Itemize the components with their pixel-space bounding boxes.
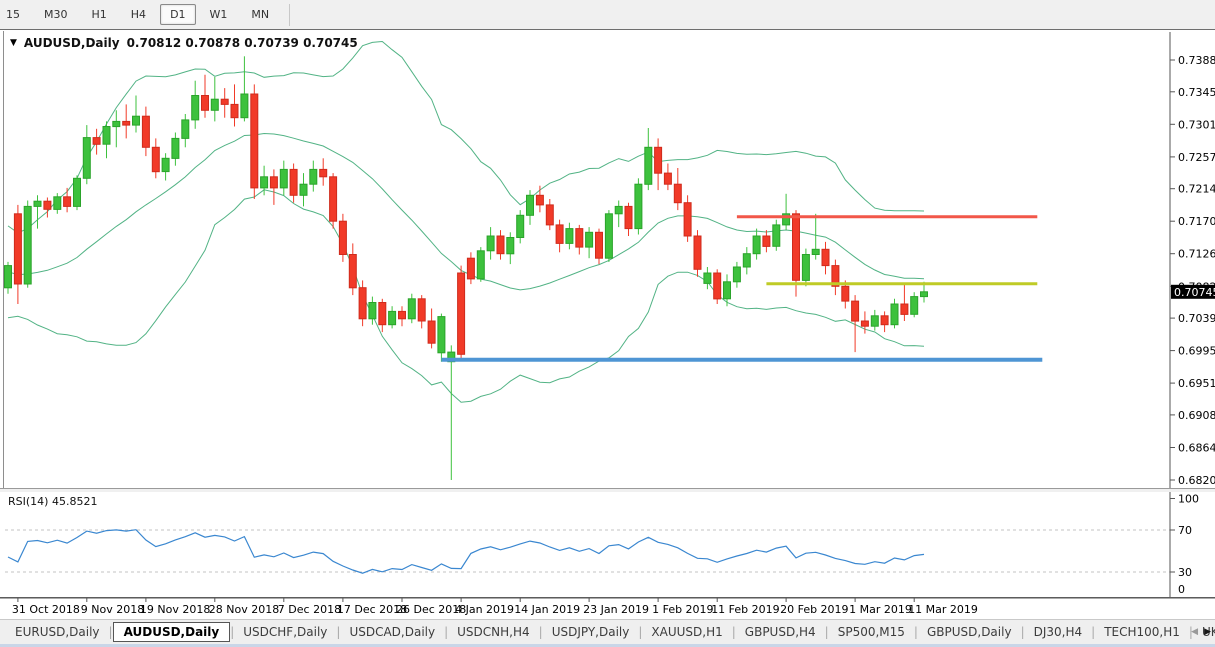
svg-text:19 Nov 2018: 19 Nov 2018 [140, 603, 210, 616]
tab-dj30-h4[interactable]: DJ30,H4 [1025, 622, 1092, 642]
tab-audusd-daily[interactable]: AUDUSD,Daily [113, 622, 231, 642]
svg-text:20 Feb 2019: 20 Feb 2019 [780, 603, 848, 616]
svg-text:0.72570: 0.72570 [1178, 151, 1215, 164]
rsi-line [8, 530, 924, 574]
svg-text:1 Mar 2019: 1 Mar 2019 [849, 603, 912, 616]
svg-text:0.69510: 0.69510 [1178, 377, 1215, 390]
svg-text:0.73010: 0.73010 [1178, 118, 1215, 131]
rsi-chart[interactable]: 100 70 30 0 [0, 492, 1215, 597]
svg-text:0.71700: 0.71700 [1178, 215, 1215, 228]
tab-scroll-controls: ◀ ▶ [1191, 621, 1211, 643]
svg-text:23 Jan 2019: 23 Jan 2019 [583, 603, 649, 616]
tab-gbpusd-daily[interactable]: GBPUSD,Daily [918, 622, 1021, 642]
rsi-value: 45.8521 [52, 495, 98, 508]
svg-text:14 Jan 2019: 14 Jan 2019 [514, 603, 580, 616]
rsi-indicator-panel[interactable]: RSI(14) 45.8521 100 70 30 0 [0, 492, 1215, 598]
tab-usdcad-daily[interactable]: USDCAD,Daily [340, 622, 444, 642]
svg-text:0.73880: 0.73880 [1178, 54, 1215, 67]
collapse-icon[interactable]: ▼ [10, 38, 17, 48]
svg-text:0.72140: 0.72140 [1178, 183, 1215, 196]
mt4-chart-window: 15M30H1H4D1W1MN ▼ AUDUSD,Daily 0.70812 0… [0, 0, 1215, 647]
svg-text:0.69080: 0.69080 [1178, 409, 1215, 422]
svg-text:0.70390: 0.70390 [1178, 312, 1215, 325]
timeframe-toolbar: 15M30H1H4D1W1MN [0, 0, 1215, 30]
tab-tech100-h1[interactable]: TECH100,H1 [1095, 622, 1189, 642]
tab-usdcnh-h4[interactable]: USDCNH,H4 [448, 622, 539, 642]
candles-layer [5, 56, 928, 480]
price-axis[interactable]: 0.73880 0.73450 0.73010 0.72570 0.72140 0.717… [1170, 32, 1215, 497]
tab-usdjpy-daily[interactable]: USDJPY,Daily [543, 622, 639, 642]
timeframe-button-w1[interactable]: W1 [200, 4, 238, 25]
svg-text:0.68200: 0.68200 [1178, 474, 1215, 487]
timeframe-buttons: 15M30H1H4D1W1MN [0, 0, 1215, 29]
tab-gbpusd-h4[interactable]: GBPUSD,H4 [736, 622, 825, 642]
date-axis-ticks: 31 Oct 20189 Nov 201819 Nov 201828 Nov 2… [0, 598, 1215, 616]
chart-title: ▼ AUDUSD,Daily 0.70812 0.70878 0.70739 0… [10, 36, 358, 50]
chart-tab-bar: EURUSD,Daily|AUDUSD,Daily|USDCHF,Daily|U… [0, 619, 1215, 644]
svg-text:0.70745: 0.70745 [1174, 286, 1215, 299]
timeframe-button-h4[interactable]: H4 [121, 4, 156, 25]
date-axis-labels: 31 Oct 20189 Nov 201819 Nov 201828 Nov 2… [0, 598, 1215, 619]
svg-text:0.73450: 0.73450 [1178, 86, 1215, 99]
date-axis[interactable]: 31 Oct 20189 Nov 201819 Nov 201828 Nov 2… [0, 598, 1215, 619]
svg-text:0.68640: 0.68640 [1178, 442, 1215, 455]
toolbar-divider [289, 4, 290, 26]
svg-text:0: 0 [1178, 583, 1185, 596]
svg-text:0.71260: 0.71260 [1178, 248, 1215, 261]
svg-text:11 Feb 2019: 11 Feb 2019 [711, 603, 779, 616]
timeframe-button-15[interactable]: 15 [4, 4, 30, 25]
tab-usdchf-daily[interactable]: USDCHF,Daily [234, 622, 336, 642]
timeframe-button-mn[interactable]: MN [241, 4, 279, 25]
svg-text:9 Nov 2018: 9 Nov 2018 [81, 603, 144, 616]
tab-sp500-m15[interactable]: SP500,M15 [829, 622, 914, 642]
svg-text:28 Nov 2018: 28 Nov 2018 [209, 603, 279, 616]
main-chart-panel[interactable]: ▼ AUDUSD,Daily 0.70812 0.70878 0.70739 0… [0, 30, 1215, 497]
rsi-axis[interactable]: 100 70 30 0 [1170, 492, 1199, 597]
tab-eurusd-daily[interactable]: EURUSD,Daily [6, 622, 109, 642]
price-chart[interactable]: 0.73880 0.73450 0.73010 0.72570 0.72140 0.717… [0, 30, 1215, 497]
svg-text:4 Jan 2019: 4 Jan 2019 [455, 603, 514, 616]
svg-text:1 Feb 2019: 1 Feb 2019 [652, 603, 713, 616]
chart-ohlc-values: 0.70812 0.70878 0.70739 0.70745 [127, 36, 358, 50]
svg-text:70: 70 [1178, 524, 1192, 537]
timeframe-button-h1[interactable]: H1 [82, 4, 117, 25]
svg-text:31 Oct 2018: 31 Oct 2018 [12, 603, 80, 616]
svg-text:0.69950: 0.69950 [1178, 345, 1215, 358]
chart-symbol-label: AUDUSD,Daily [24, 36, 120, 50]
current-price-badge: 0.70745 [1171, 285, 1215, 299]
rsi-levels [5, 530, 1170, 572]
timeframe-button-m30[interactable]: M30 [34, 4, 78, 25]
tab-xauusd-h1[interactable]: XAUUSD,H1 [642, 622, 731, 642]
svg-text:11 Mar 2019: 11 Mar 2019 [908, 603, 978, 616]
svg-text:7 Dec 2018: 7 Dec 2018 [278, 603, 341, 616]
timeframe-button-d1[interactable]: D1 [160, 4, 195, 25]
scroll-left-icon[interactable]: ◀ [1191, 621, 1198, 643]
rsi-label: RSI(14) 45.8521 [8, 495, 97, 508]
svg-text:30: 30 [1178, 566, 1192, 579]
scroll-right-icon[interactable]: ▶ [1204, 621, 1211, 643]
svg-text:100: 100 [1178, 493, 1199, 506]
